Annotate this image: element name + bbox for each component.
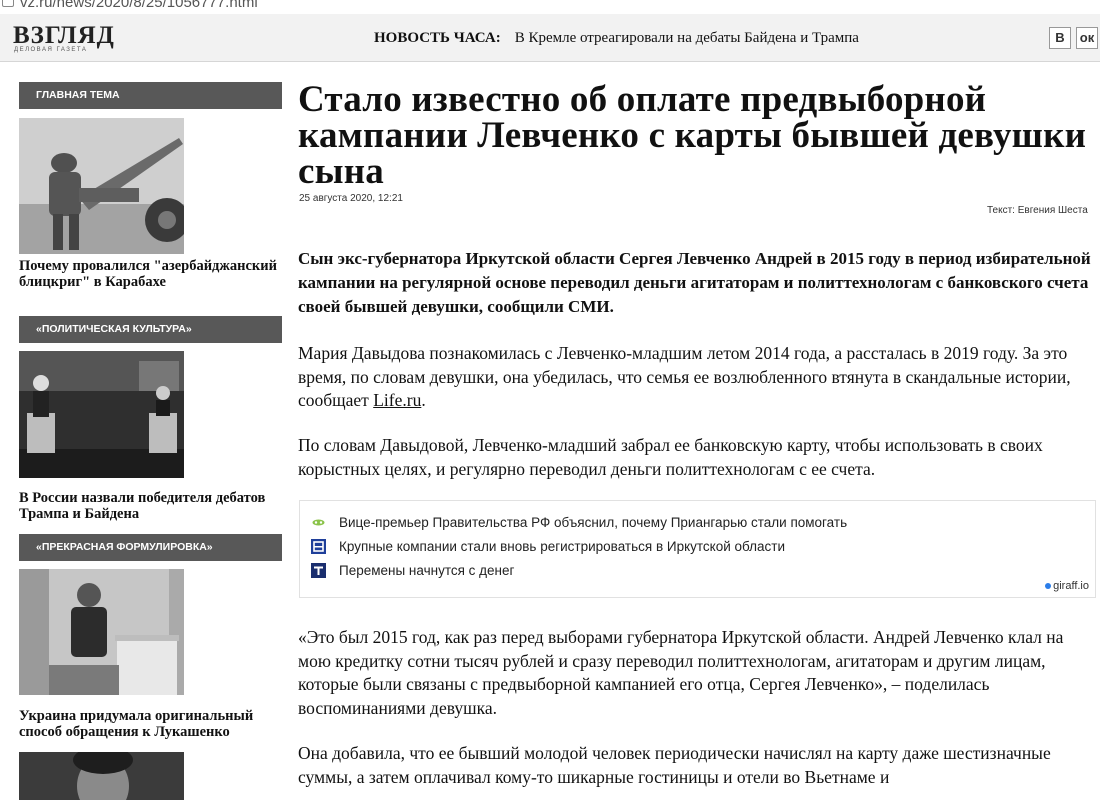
blue-t-icon <box>311 563 326 578</box>
site-logo[interactable]: ВЗГЛЯД ДЕЛОВАЯ ГАЗЕТА <box>13 22 115 54</box>
sidebar-title-lukashenko[interactable]: Украина придумала оригинальный способ об… <box>19 708 289 740</box>
sidebar-heading-political-culture[interactable]: «ПОЛИТИЧЕСКАЯ КУЛЬТУРА» <box>19 316 282 343</box>
blue-b-icon <box>311 539 326 554</box>
giraff-logo-icon <box>1045 583 1052 589</box>
url-text[interactable]: vz.ru/news/2020/8/25/1056777.html <box>20 0 258 11</box>
widget-item-text[interactable]: Вице-премьер Правительства РФ объяснил, … <box>339 515 847 530</box>
page-icon <box>2 0 14 7</box>
sidebar-heading-beautiful-wording[interactable]: «ПРЕКРАСНАЯ ФОРМУЛИРОВКА» <box>19 534 282 561</box>
logo-sub: ДЕЛОВАЯ ГАЗЕТА <box>14 47 88 53</box>
article-paragraph-3: «Это был 2015 год, как раз перед выборам… <box>298 627 1064 718</box>
paragraph-1-end: . <box>421 390 426 410</box>
giraff-brand[interactable]: giraff.io <box>1045 580 1089 592</box>
sidebar-thumb-debates[interactable] <box>19 351 184 478</box>
article-paragraph-1: Мария Давыдова познакомилась с Левченко-… <box>298 342 1098 413</box>
article-date: 25 августа 2020, 12:21 <box>299 193 403 204</box>
related-news-widget: Вице-премьер Правительства РФ объяснил, … <box>299 500 1096 598</box>
browser-address-bar[interactable]: vz.ru/news/2020/8/25/1056777.html <box>0 0 1100 14</box>
site-header: ВЗГЛЯД ДЕЛОВАЯ ГАЗЕТА НОВОСТЬ ЧАСА: В Кре… <box>0 14 1100 62</box>
odnoklassniki-icon[interactable]: ок <box>1076 27 1098 49</box>
sidebar-thumb-portrait[interactable] <box>19 752 184 800</box>
article-lead: Сын экс-губернатора Иркутской области Се… <box>298 249 1091 316</box>
logo-main: ВЗГЛЯД <box>13 22 115 49</box>
article-paragraph-4: Она добавила, что ее бывший молодой чело… <box>298 743 1051 787</box>
news-hour-label: НОВОСТЬ ЧАСА: <box>374 30 501 46</box>
news-hour-link[interactable]: В Кремле отреагировали на дебаты Байдена… <box>515 30 859 46</box>
sidebar-title-karabakh[interactable]: Почему провалился "азербайджанский блицк… <box>19 258 289 290</box>
green-logo-icon <box>312 519 325 526</box>
article-headline: Стало известно об оплате предвыборной ка… <box>298 79 1087 192</box>
sidebar-heading-main-topic[interactable]: ГЛАВНАЯ ТЕМА <box>19 82 282 109</box>
news-hour[interactable]: НОВОСТЬ ЧАСА: В Кремле отреагировали на д… <box>374 30 859 47</box>
sidebar-thumb-lukashenko[interactable] <box>19 569 184 695</box>
article-author: Текст: Евгения Шеста <box>987 205 1088 216</box>
widget-item-text[interactable]: Перемены начнутся с денег <box>339 563 514 578</box>
article-paragraph-2: По словам Давыдовой, Левченко-младший за… <box>298 435 1043 479</box>
vk-icon[interactable]: В <box>1049 27 1071 49</box>
sidebar-thumb-soldier[interactable] <box>19 118 184 254</box>
life-ru-link[interactable]: Life.ru <box>373 390 421 410</box>
sidebar-title-debates[interactable]: В России назвали победителя дебатов Трам… <box>19 490 289 522</box>
giraff-brand-text[interactable]: giraff.io <box>1053 580 1089 592</box>
widget-item-text[interactable]: Крупные компании стали вновь регистриров… <box>339 539 785 554</box>
